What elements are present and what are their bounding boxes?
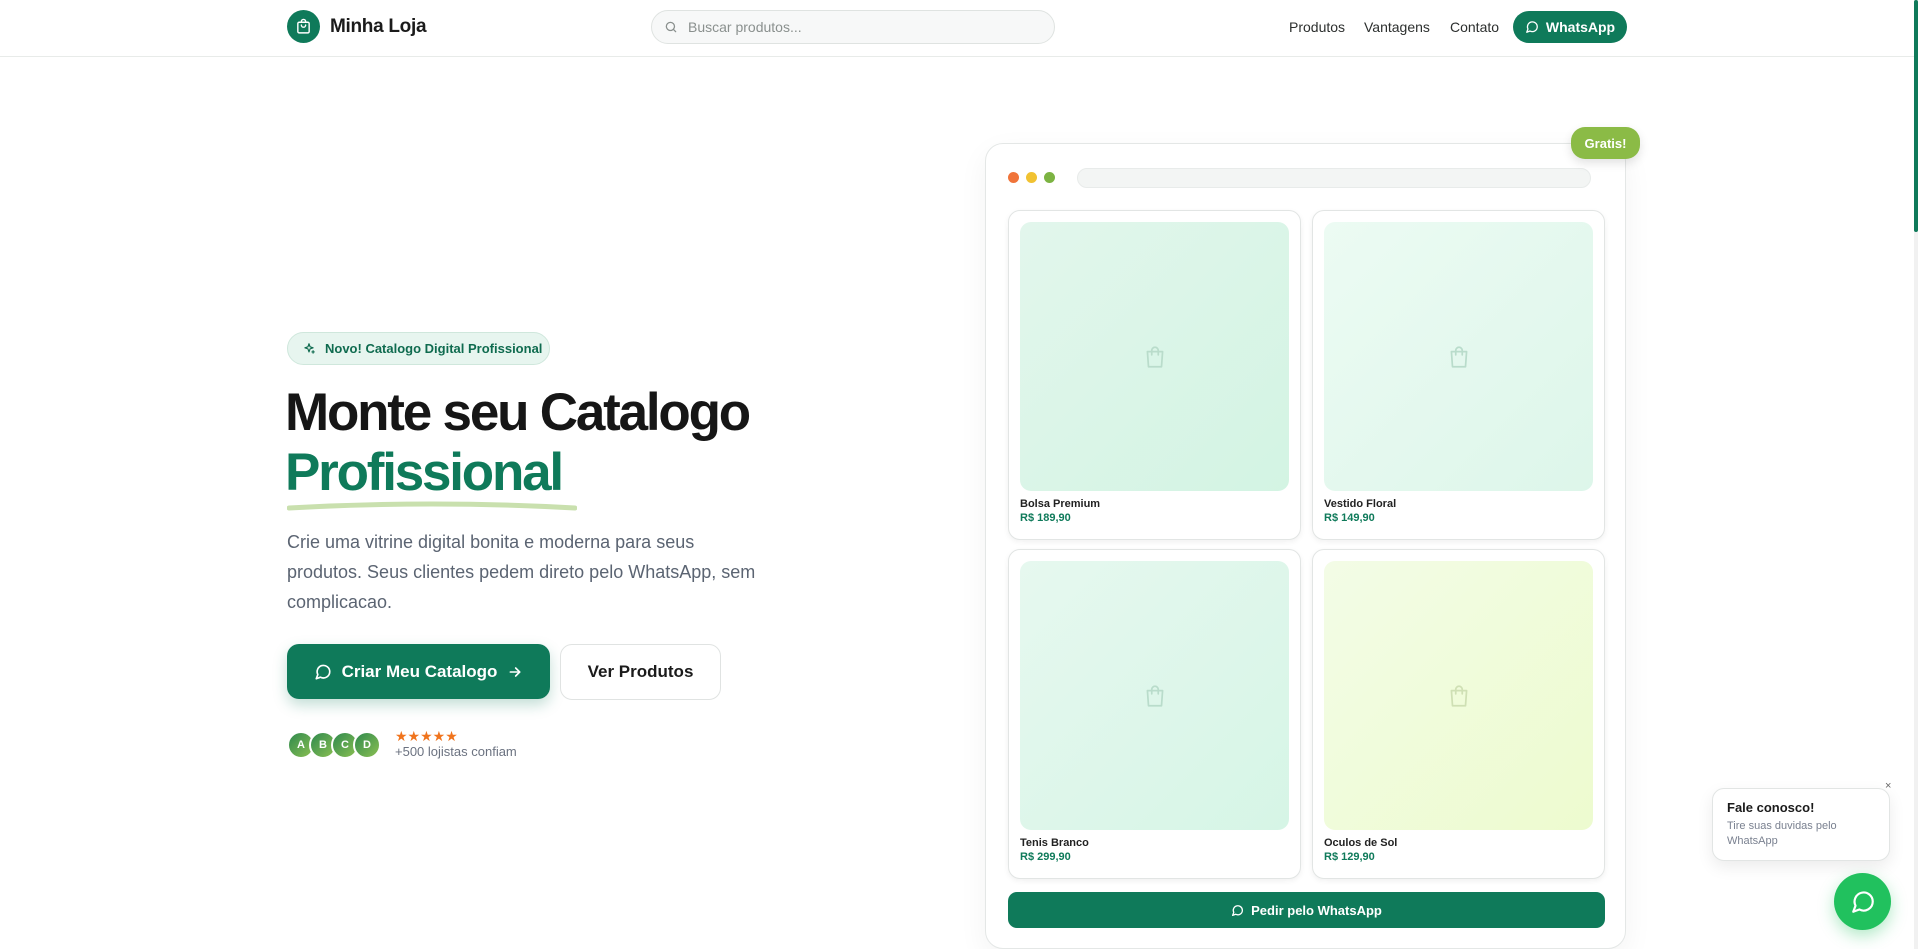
create-catalog-label: Criar Meu Catalogo: [341, 661, 498, 681]
sparkles-icon: [304, 342, 315, 354]
new-feature-badge: Novo! Catalogo Digital Profissional: [287, 332, 550, 365]
order-whatsapp-label: Pedir pelo WhatsApp: [1251, 902, 1382, 918]
product-card[interactable]: Oculos de Sol R$ 129,90: [1312, 549, 1605, 879]
hero-description: Crie uma vitrine digital bonita e modern…: [287, 532, 756, 612]
nav-link-label[interactable]: Contato: [1450, 19, 1499, 35]
product-image-placeholder: [1324, 222, 1593, 491]
product-card[interactable]: Bolsa Premium R$ 189,90: [1008, 210, 1301, 540]
chat-title: Fale conosco!: [1727, 800, 1815, 815]
catalog-mockup: Bolsa Premium R$ 189,90 Vestido Floral R…: [985, 143, 1626, 949]
hero-title-line2: Profissional: [285, 443, 564, 502]
header-whatsapp-label: WhatsApp: [1545, 19, 1616, 35]
product-name: Tenis Branco: [1020, 837, 1089, 849]
product-price: R$ 299,90: [1020, 851, 1071, 863]
chat-tooltip[interactable]: Fale conosco! Tire suas duvidas pelo Wha…: [1712, 788, 1890, 861]
shopping-bag-icon: [1146, 684, 1163, 707]
nav-link-label[interactable]: Vantagens: [1364, 19, 1430, 35]
window-dot-yellow: [1026, 172, 1037, 183]
product-name: Oculos de Sol: [1324, 837, 1398, 849]
product-price: R$ 149,90: [1324, 512, 1375, 524]
shopping-bag-icon: [1146, 345, 1163, 368]
shopping-bag-icon: [1450, 345, 1467, 368]
trust-text: +500 lojistas confiam: [395, 744, 517, 759]
message-circle-icon: [314, 664, 331, 680]
close-icon[interactable]: ×: [1885, 780, 1891, 792]
product-image-placeholder: [1020, 561, 1289, 830]
order-whatsapp-button[interactable]: Pedir pelo WhatsApp: [1008, 892, 1605, 928]
product-image-placeholder: [1020, 222, 1289, 491]
search-input[interactable]: [688, 19, 1028, 35]
product-card[interactable]: Vestido Floral R$ 149,90: [1312, 210, 1605, 540]
create-catalog-button[interactable]: Criar Meu Catalogo: [287, 644, 550, 699]
mock-address-bar: [1077, 168, 1591, 188]
title-underline-decoration: [287, 501, 577, 511]
product-name: Vestido Floral: [1324, 498, 1397, 510]
nav-link-vantagens[interactable]: Vantagens: [1364, 0, 1430, 53]
view-products-label: Ver Produtos: [587, 662, 694, 681]
customer-avatars: A B C D: [287, 731, 381, 759]
view-products-button[interactable]: Ver Produtos: [560, 644, 721, 700]
nav-link-label[interactable]: Produtos: [1289, 19, 1345, 35]
product-name: Bolsa Premium: [1020, 498, 1101, 510]
arrow-right-icon: [509, 666, 521, 677]
message-circle-icon: [1232, 904, 1244, 916]
brand-logo[interactable]: Minha Loja: [287, 10, 427, 43]
site-header: Minha Loja Produtos Vantagens Contato Wh…: [0, 0, 1914, 57]
product-image-placeholder: [1324, 561, 1593, 830]
shopping-bag-icon: [1450, 684, 1467, 707]
rating-stars: ★★★★★: [395, 728, 458, 744]
header-whatsapp-button[interactable]: WhatsApp: [1513, 11, 1627, 43]
new-feature-badge-label: Novo! Catalogo Digital Profissional: [325, 341, 543, 356]
window-dot-green: [1044, 172, 1055, 183]
message-circle-icon: [1851, 890, 1874, 913]
product-card[interactable]: Tenis Branco R$ 299,90: [1008, 549, 1301, 879]
avatar: D: [353, 731, 381, 759]
brand-name: Minha Loja: [330, 15, 427, 37]
shopping-bag-icon: [287, 10, 320, 43]
search-bar[interactable]: [651, 10, 1055, 44]
window-dot-red: [1008, 172, 1019, 183]
nav-link-contato[interactable]: Contato: [1450, 0, 1499, 53]
product-price: R$ 189,90: [1020, 512, 1071, 524]
message-circle-icon: [1525, 21, 1538, 33]
scrollbar-thumb[interactable]: [1914, 0, 1918, 232]
product-price: R$ 129,90: [1324, 851, 1375, 863]
nav-link-produtos[interactable]: Produtos: [1289, 0, 1345, 53]
whatsapp-fab-button[interactable]: [1834, 873, 1891, 930]
search-icon: [665, 21, 677, 33]
chat-subtitle: Tire suas duvidas pelo WhatsApp: [1727, 820, 1837, 847]
free-badge: Gratis!: [1571, 127, 1640, 159]
hero-title-line1: Monte seu Catalogo: [285, 383, 751, 442]
